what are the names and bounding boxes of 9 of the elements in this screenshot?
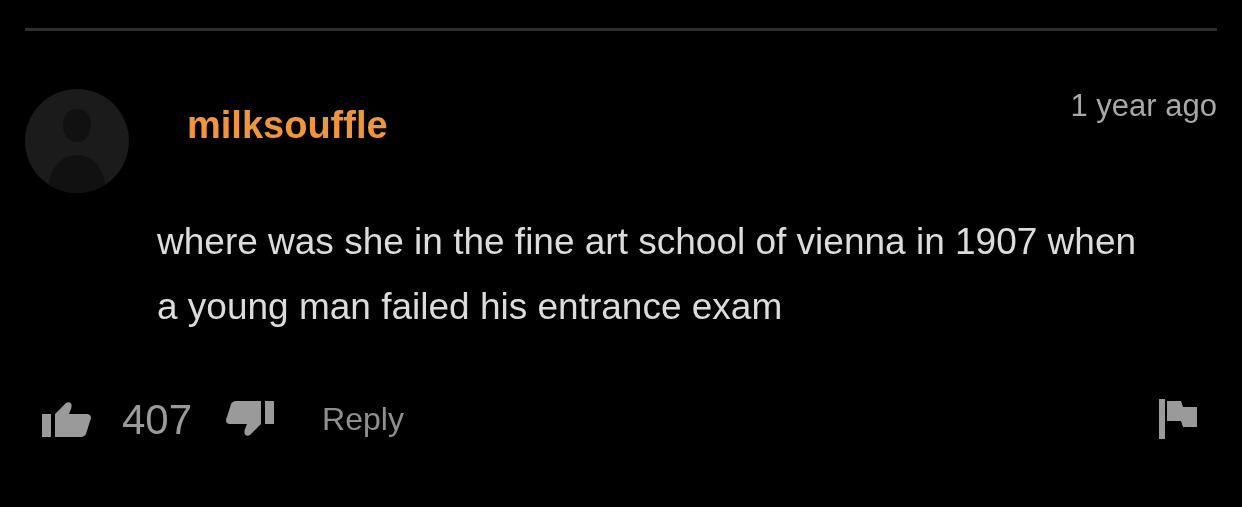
- username[interactable]: milksouffle: [187, 97, 388, 193]
- comment-text: where was she in the fine art school of vienna in 1907 when a young man failed his entrance exam: [157, 220, 1138, 329]
- avatar-icon: [25, 89, 129, 193]
- flag-icon[interactable]: [1159, 399, 1197, 439]
- reply-button[interactable]: Reply: [322, 395, 404, 443]
- thumbs-up-icon[interactable]: [42, 401, 92, 437]
- thumbs-down-icon[interactable]: [226, 401, 275, 437]
- like-count: 407: [122, 394, 193, 445]
- comment-time: 1 year ago: [1070, 87, 1217, 125]
